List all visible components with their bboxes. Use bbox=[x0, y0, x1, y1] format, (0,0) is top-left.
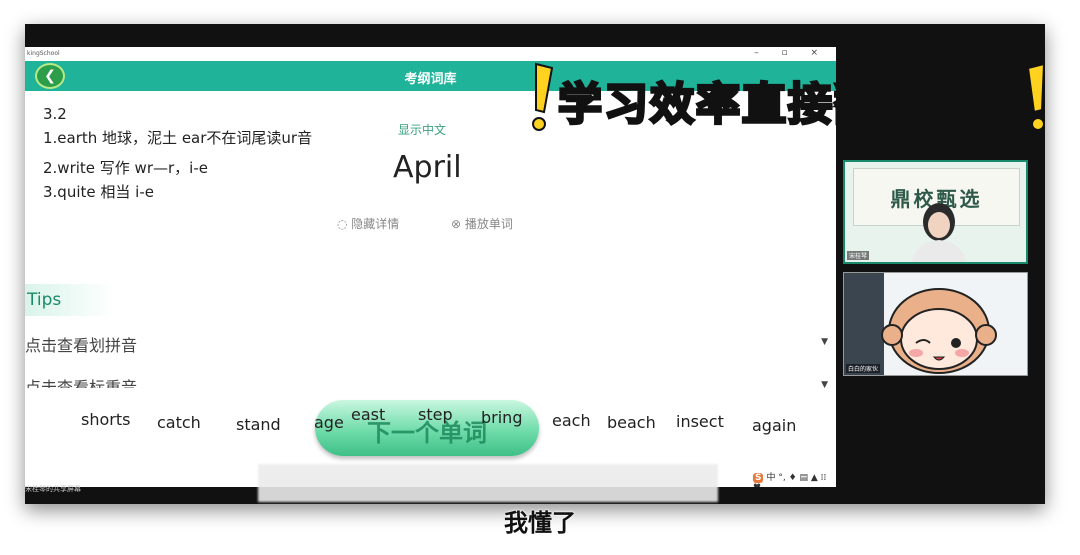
floating-word: bring bbox=[481, 408, 523, 427]
hide-details-label: 隐藏详情 bbox=[351, 217, 400, 231]
floating-word: age bbox=[314, 413, 344, 432]
promo-banner: 学习效率直接翻倍 bbox=[530, 58, 1050, 136]
tray-icons: 中 °, ♦ ▤ ▲ ⁞⁞ ♥ bbox=[753, 473, 827, 487]
play-word-button[interactable]: ⊗ 播放单词 bbox=[451, 215, 513, 232]
app-name: kingSchool bbox=[27, 50, 60, 57]
note-line: 3.2 bbox=[43, 105, 67, 123]
system-tray: S中 °, ♦ ▤ ▲ ⁞⁞ ♥ bbox=[753, 470, 836, 487]
blurred-overlay bbox=[258, 464, 718, 502]
eye-off-icon: ◌ bbox=[337, 217, 352, 231]
student-camera: 白白的家伙 bbox=[843, 272, 1028, 376]
current-word: April bbox=[393, 150, 462, 185]
floating-word: catch bbox=[157, 413, 201, 432]
handwritten-notes: 3.2 1.earth 地球，泥土 ear不在词尾读ur音 2.write 写作… bbox=[43, 102, 312, 204]
floating-word: shorts bbox=[81, 410, 131, 429]
chevron-down-icon[interactable]: ▼ bbox=[821, 380, 828, 390]
teacher-avatar bbox=[911, 203, 967, 262]
stress-row[interactable]: 点击查看标重音 bbox=[25, 374, 137, 388]
pinyin-row[interactable]: 点击查看划拼音 bbox=[25, 332, 137, 356]
floating-word: east bbox=[351, 405, 386, 424]
tips-title: Tips bbox=[27, 290, 62, 310]
floating-word: each bbox=[552, 411, 591, 430]
screen-share-label: 宋桂琴的共享屏幕 bbox=[25, 485, 81, 493]
sogou-icon[interactable]: S bbox=[753, 473, 764, 483]
banner-text: 学习效率直接翻倍 bbox=[557, 78, 926, 132]
play-word-label: 播放单词 bbox=[464, 217, 513, 231]
floating-word: step bbox=[418, 405, 453, 424]
note-line: 1.earth 地球，泥土 ear不在词尾读ur音 bbox=[43, 129, 313, 147]
show-chinese-link[interactable]: 显示中文 bbox=[398, 121, 446, 138]
note-line: 3.quite 相当 i-e bbox=[43, 183, 154, 201]
video-subtitle: 我懂了 bbox=[504, 509, 576, 537]
exclamation-icon bbox=[1026, 62, 1046, 131]
window-controls[interactable]: – ▫ × bbox=[754, 48, 828, 58]
floating-word: again bbox=[752, 416, 797, 435]
note-line: 2.write 写作 wr—r，i-e bbox=[43, 159, 208, 177]
play-icon: ⊗ bbox=[451, 217, 465, 231]
floating-word: stand bbox=[236, 415, 281, 434]
teacher-camera: 鼎校甄选 宋桂琴 bbox=[843, 160, 1028, 264]
cartoon-girl-avatar bbox=[844, 273, 997, 375]
floating-word: insect bbox=[676, 412, 724, 431]
tips-header: Tips bbox=[25, 284, 115, 316]
floating-word: beach bbox=[607, 413, 656, 432]
chevron-down-icon[interactable]: ▼ bbox=[821, 337, 828, 347]
participant-name: 宋桂琴 bbox=[847, 251, 870, 260]
hide-details-button[interactable]: ◌ 隐藏详情 bbox=[337, 215, 399, 232]
participant-name: 白白的家伙 bbox=[846, 364, 881, 373]
